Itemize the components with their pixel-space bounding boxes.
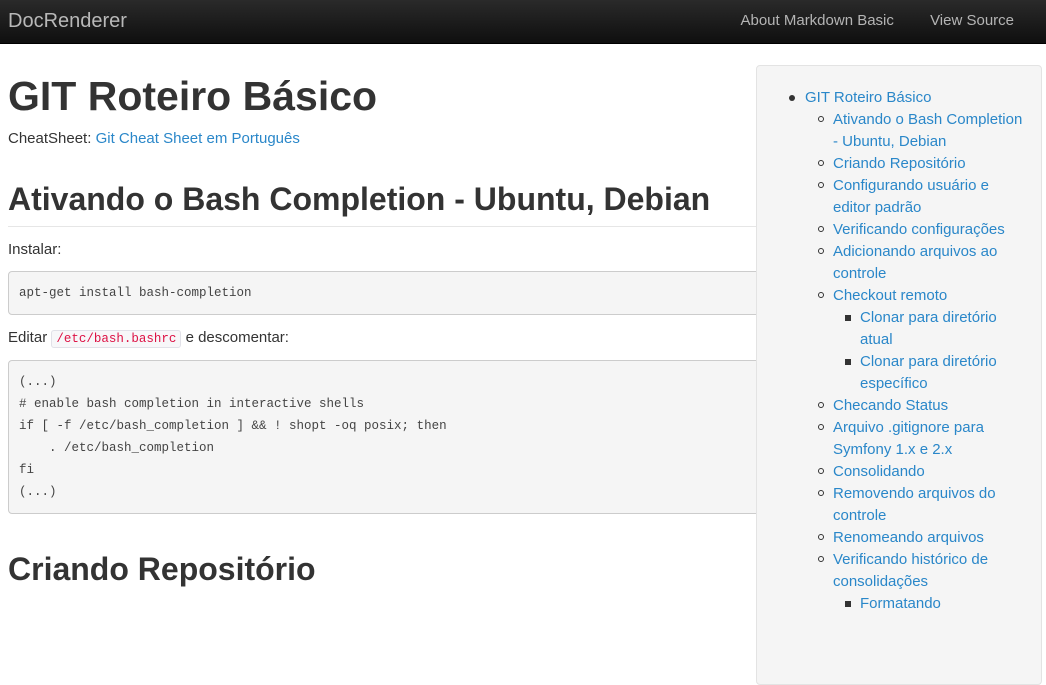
toc-sublist: Ativando o Bash Completion - Ubuntu, Deb… — [818, 109, 1027, 615]
toc-link-root[interactable]: GIT Roteiro Básico — [805, 89, 931, 106]
toc-link-clonar-especifico[interactable]: Clonar para diretório específico — [860, 353, 997, 392]
toc-item: Verificando configurações — [818, 219, 1027, 241]
toc-item: Verificando histórico de consolidações F… — [818, 549, 1027, 615]
toc-link-verificando-configuracoes[interactable]: Verificando configurações — [833, 221, 1005, 238]
toc-link-renomeando-arquivos[interactable]: Renomeando arquivos — [833, 529, 984, 546]
brand-link[interactable]: DocRenderer — [8, 8, 127, 34]
nav-link-about-markdown[interactable]: About Markdown Basic — [740, 12, 893, 29]
table-of-contents: GIT Roteiro Básico Ativando o Bash Compl… — [756, 65, 1042, 685]
toc-link-checkout-remoto[interactable]: Checkout remoto — [833, 287, 947, 304]
code-block-install: apt-get install bash-completion — [8, 271, 778, 315]
install-label: Instalar: — [8, 241, 62, 258]
toc-item: Configurando usuário e editor padrão — [818, 175, 1027, 219]
main-content: GIT Roteiro Básico CheatSheet: Git Cheat… — [8, 70, 778, 596]
toc-subsublist: Formatando — [845, 593, 1027, 615]
toc-item: Checando Status — [818, 395, 1027, 417]
toc-link-verificando-historico[interactable]: Verificando histórico de consolidações — [833, 551, 988, 590]
toc-item: Consolidando — [818, 461, 1027, 483]
toc-item: Clonar para diretório atual — [845, 307, 1027, 351]
toc-item: Adicionando arquivos ao controle — [818, 241, 1027, 285]
toc-item: Arquivo .gitignore para Symfony 1.x e 2.… — [818, 417, 1027, 461]
toc-subsublist: Clonar para diretório atual Clonar para … — [845, 307, 1027, 395]
toc-link-removendo-arquivos[interactable]: Removendo arquivos do controle — [833, 485, 996, 524]
code-block-bashrc: (...) # enable bash completion in intera… — [8, 360, 778, 514]
toc-link-criando-repositorio[interactable]: Criando Repositório — [833, 155, 966, 172]
cheatsheet-link[interactable]: Git Cheat Sheet em Português — [96, 130, 300, 147]
toc-item-root: GIT Roteiro Básico Ativando o Bash Compl… — [789, 87, 1027, 615]
edit-prefix: Editar — [8, 329, 48, 346]
cheatsheet-label: CheatSheet: — [8, 130, 92, 147]
toc-item: Ativando o Bash Completion - Ubuntu, Deb… — [818, 109, 1027, 153]
edit-suffix: e descomentar: — [185, 329, 289, 346]
toc-item: Formatando — [845, 593, 1027, 615]
toc-link-bash-completion[interactable]: Ativando o Bash Completion - Ubuntu, Deb… — [833, 111, 1022, 150]
toc-link-clonar-atual[interactable]: Clonar para diretório atual — [860, 309, 997, 348]
navbar: DocRenderer About Markdown Basic View So… — [0, 0, 1046, 44]
section-heading-criando-repositorio: Criando Repositório — [8, 551, 316, 587]
page-title: GIT Roteiro Básico — [8, 73, 378, 119]
toc-item: Checkout remoto Clonar para diretório at… — [818, 285, 1027, 395]
toc-item: Clonar para diretório específico — [845, 351, 1027, 395]
nav-links: About Markdown Basic View Source — [708, 10, 1014, 32]
toc-link-adicionando-arquivos[interactable]: Adicionando arquivos ao controle — [833, 243, 997, 282]
toc-link-configurando-usuario[interactable]: Configurando usuário e editor padrão — [833, 177, 989, 216]
toc-list: GIT Roteiro Básico Ativando o Bash Compl… — [789, 87, 1027, 615]
section-heading-bash-completion: Ativando o Bash Completion - Ubuntu, Deb… — [8, 178, 768, 227]
inline-code-bashrc-path: /etc/bash.bashrc — [51, 330, 182, 348]
toc-item: Criando Repositório — [818, 153, 1027, 175]
cheatsheet-line: CheatSheet: Git Cheat Sheet em Português — [8, 128, 778, 150]
toc-link-formatando[interactable]: Formatando — [860, 595, 941, 612]
toc-link-checando-status[interactable]: Checando Status — [833, 397, 948, 414]
nav-link-view-source[interactable]: View Source — [930, 12, 1014, 29]
edit-instruction: Editar /etc/bash.bashrc e descomentar: — [8, 327, 778, 350]
toc-item: Renomeando arquivos — [818, 527, 1027, 549]
toc-link-consolidando[interactable]: Consolidando — [833, 463, 925, 480]
toc-link-gitignore[interactable]: Arquivo .gitignore para Symfony 1.x e 2.… — [833, 419, 984, 458]
toc-item: Removendo arquivos do controle — [818, 483, 1027, 527]
